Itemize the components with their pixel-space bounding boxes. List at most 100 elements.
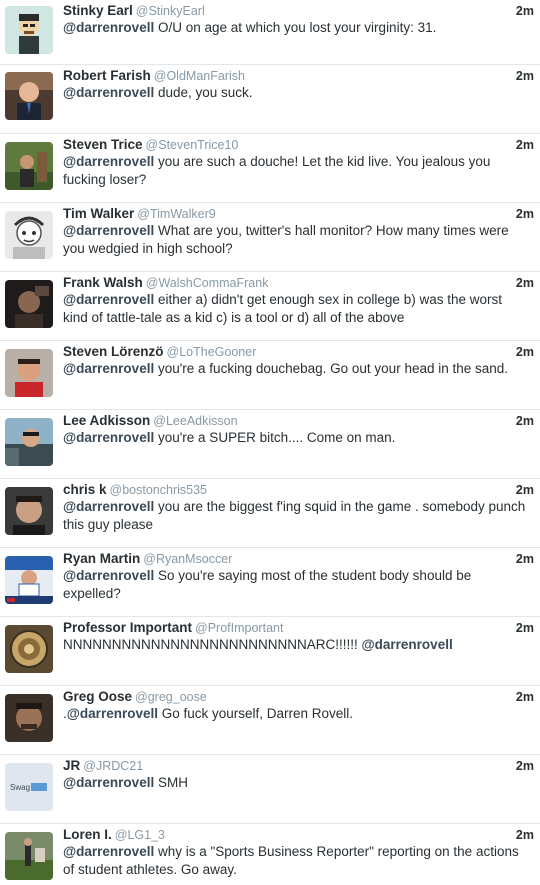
tweet-text-pre: NNNNNNNNNNNNNNNNNNNNNNNNNARC!!!!!! — [63, 637, 362, 652]
tweet-item[interactable]: Steven Lörenzö @LoTheGooner 2m @darrenrov… — [0, 341, 540, 410]
tweet-item[interactable]: Loren I. @LG1_3 2m @darrenrovell why is a… — [0, 824, 540, 885]
tweet-author-name[interactable]: Professor Important — [63, 620, 192, 635]
tweet-text-post: Go fuck yourself, Darren Rovell. — [157, 706, 354, 721]
tweet-header: Greg Oose @greg_oose 2m — [63, 688, 534, 706]
tweet-author-name[interactable]: Ryan Martin — [63, 551, 140, 566]
tweet-timestamp[interactable]: 2m — [516, 205, 534, 223]
mention-link[interactable]: @darrenrovell — [63, 154, 154, 169]
tweet-timestamp[interactable]: 2m — [516, 412, 534, 430]
avatar[interactable] — [5, 349, 53, 397]
avatar[interactable] — [5, 832, 53, 880]
tweet-header: Steven Trice @StevenTrice10 2m — [63, 136, 534, 154]
tweet-header: Professor Important @ProfImportant 2m — [63, 619, 534, 637]
mention-link[interactable]: @darrenrovell — [63, 85, 154, 100]
tweet-item[interactable]: Stinky Earl @StinkyEarl 2m @darrenrovell … — [0, 0, 540, 65]
tweet-author-handle[interactable]: @ProfImportant — [195, 621, 283, 635]
tweet-header: JR @JRDC21 2m — [63, 757, 534, 775]
avatar[interactable] — [5, 625, 53, 673]
tweet-text: @darrenrovell why is a "Sports Business … — [63, 843, 526, 879]
tweet-author-handle[interactable]: @StinkyEarl — [136, 4, 205, 18]
tweet-author-handle[interactable]: @RyanMsoccer — [143, 552, 232, 566]
tweet-author-handle[interactable]: @StevenTrice10 — [146, 138, 239, 152]
tweet-text: @darrenrovell SMH — [63, 774, 526, 792]
tweet-text: @darrenrovell you're a fucking douchebag… — [63, 360, 526, 378]
mention-link[interactable]: @darrenrovell — [63, 223, 154, 238]
tweet-author-handle[interactable]: @LG1_3 — [115, 828, 165, 842]
tweet-header: Robert Farish @OldManFarish 2m — [63, 67, 534, 85]
tweet-timestamp[interactable]: 2m — [516, 826, 534, 844]
tweet-text: @darrenrovell O/U on age at which you lo… — [63, 19, 526, 37]
tweet-author-handle[interactable]: @greg_oose — [135, 690, 207, 704]
tweet-text-post: you're a SUPER bitch.... Come on man. — [154, 430, 396, 445]
tweet-item[interactable]: chris k @bostonchris535 2m @darrenrovell … — [0, 479, 540, 548]
tweet-timestamp[interactable]: 2m — [516, 136, 534, 154]
tweet-author-name[interactable]: Stinky Earl — [63, 3, 133, 18]
tweet-author-handle[interactable]: @LeeAdkisson — [153, 414, 237, 428]
mention-link[interactable]: @darrenrovell — [362, 637, 453, 652]
tweet-author-handle[interactable]: @OldManFarish — [154, 69, 245, 83]
tweet-timestamp[interactable]: 2m — [516, 757, 534, 775]
mention-link[interactable]: @darrenrovell — [63, 20, 154, 35]
tweet-header: Stinky Earl @StinkyEarl 2m — [63, 2, 534, 20]
avatar[interactable] — [5, 211, 53, 259]
mention-link[interactable]: @darrenrovell — [67, 706, 158, 721]
tweet-author-handle[interactable]: @WalshCommaFrank — [146, 276, 269, 290]
mention-link[interactable]: @darrenrovell — [63, 361, 154, 376]
avatar-text: Swag — [10, 783, 30, 792]
avatar[interactable] — [5, 556, 53, 604]
avatar[interactable] — [5, 72, 53, 120]
tweet-item[interactable]: Swag JR @JRDC21 2m @darrenrovell SMH — [0, 755, 540, 824]
mention-link[interactable]: @darrenrovell — [63, 430, 154, 445]
mention-link[interactable]: @darrenrovell — [63, 292, 154, 307]
tweet-author-name[interactable]: Robert Farish — [63, 68, 151, 83]
avatar[interactable] — [5, 280, 53, 328]
tweet-timestamp[interactable]: 2m — [516, 343, 534, 361]
tweet-header: Tim Walker @TimWalker9 2m — [63, 205, 534, 223]
tweet-author-handle[interactable]: @LoTheGooner — [167, 345, 257, 359]
avatar[interactable] — [5, 418, 53, 466]
tweet-timestamp[interactable]: 2m — [516, 274, 534, 292]
tweet-header: Loren I. @LG1_3 2m — [63, 826, 534, 844]
tweet-author-name[interactable]: Steven Lörenzö — [63, 344, 164, 359]
tweet-text-post: SMH — [154, 775, 188, 790]
tweet-item[interactable]: Greg Oose @greg_oose 2m .@darrenrovell Go… — [0, 686, 540, 755]
tweet-text-post: you're a fucking douchebag. Go out your … — [154, 361, 509, 376]
avatar[interactable] — [5, 487, 53, 535]
avatar[interactable]: Swag — [5, 763, 53, 811]
tweet-author-name[interactable]: Tim Walker — [63, 206, 134, 221]
tweet-author-name[interactable]: chris k — [63, 482, 107, 497]
mention-link[interactable]: @darrenrovell — [63, 844, 154, 859]
tweet-item[interactable]: Lee Adkisson @LeeAdkisson 2m @darrenrovel… — [0, 410, 540, 479]
tweet-timestamp[interactable]: 2m — [516, 550, 534, 568]
tweet-author-name[interactable]: Lee Adkisson — [63, 413, 150, 428]
tweet-item[interactable]: Robert Farish @OldManFarish 2m @darrenrov… — [0, 65, 540, 134]
mention-link[interactable]: @darrenrovell — [63, 499, 154, 514]
tweet-author-name[interactable]: Loren I. — [63, 827, 112, 842]
mention-link[interactable]: @darrenrovell — [63, 568, 154, 583]
tweet-timestamp[interactable]: 2m — [516, 481, 534, 499]
tweet-text: @darrenrovell dude, you suck. — [63, 84, 526, 102]
tweet-author-name[interactable]: Frank Walsh — [63, 275, 143, 290]
tweet-author-name[interactable]: Greg Oose — [63, 689, 132, 704]
tweet-author-handle[interactable]: @TimWalker9 — [137, 207, 215, 221]
tweet-timestamp[interactable]: 2m — [516, 2, 534, 20]
tweet-item[interactable]: Ryan Martin @RyanMsoccer 2m @darrenrovell… — [0, 548, 540, 617]
tweet-author-name[interactable]: JR — [63, 758, 80, 773]
tweet-timeline: Stinky Earl @StinkyEarl 2m @darrenrovell … — [0, 0, 540, 885]
tweet-text: @darrenrovell either a) didn't get enoug… — [63, 291, 526, 327]
mention-link[interactable]: @darrenrovell — [63, 775, 154, 790]
avatar[interactable] — [5, 6, 53, 54]
tweet-author-handle[interactable]: @bostonchris535 — [110, 483, 207, 497]
tweet-item[interactable]: Steven Trice @StevenTrice10 2m @darrenrov… — [0, 134, 540, 203]
tweet-item[interactable]: Tim Walker @TimWalker9 2m @darrenrovell W… — [0, 203, 540, 272]
tweet-item[interactable]: Frank Walsh @WalshCommaFrank 2m @darrenro… — [0, 272, 540, 341]
tweet-item[interactable]: Professor Important @ProfImportant 2m NNN… — [0, 617, 540, 686]
tweet-timestamp[interactable]: 2m — [516, 619, 534, 637]
tweet-timestamp[interactable]: 2m — [516, 67, 534, 85]
tweet-author-handle[interactable]: @JRDC21 — [83, 759, 143, 773]
tweet-author-name[interactable]: Steven Trice — [63, 137, 143, 152]
tweet-timestamp[interactable]: 2m — [516, 688, 534, 706]
tweet-text: .@darrenrovell Go fuck yourself, Darren … — [63, 705, 526, 723]
avatar[interactable] — [5, 142, 53, 190]
avatar[interactable] — [5, 694, 53, 742]
